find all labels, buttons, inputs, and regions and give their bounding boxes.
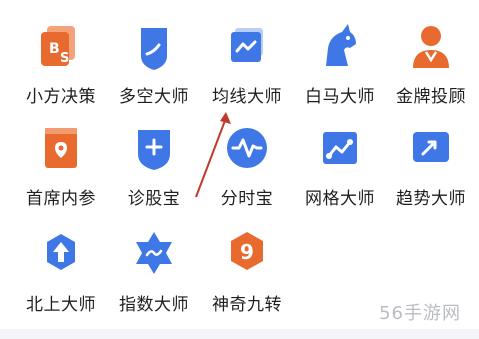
bottom-strip — [0, 329, 479, 339]
annotation-arrow — [195, 112, 231, 198]
feature-grid: B S 小方决策 多空大师 均线大师 白马大师 金牌投顾 首席内参 诊股宝 分时… — [0, 0, 479, 339]
watermark: 56手游网 — [379, 303, 461, 324]
